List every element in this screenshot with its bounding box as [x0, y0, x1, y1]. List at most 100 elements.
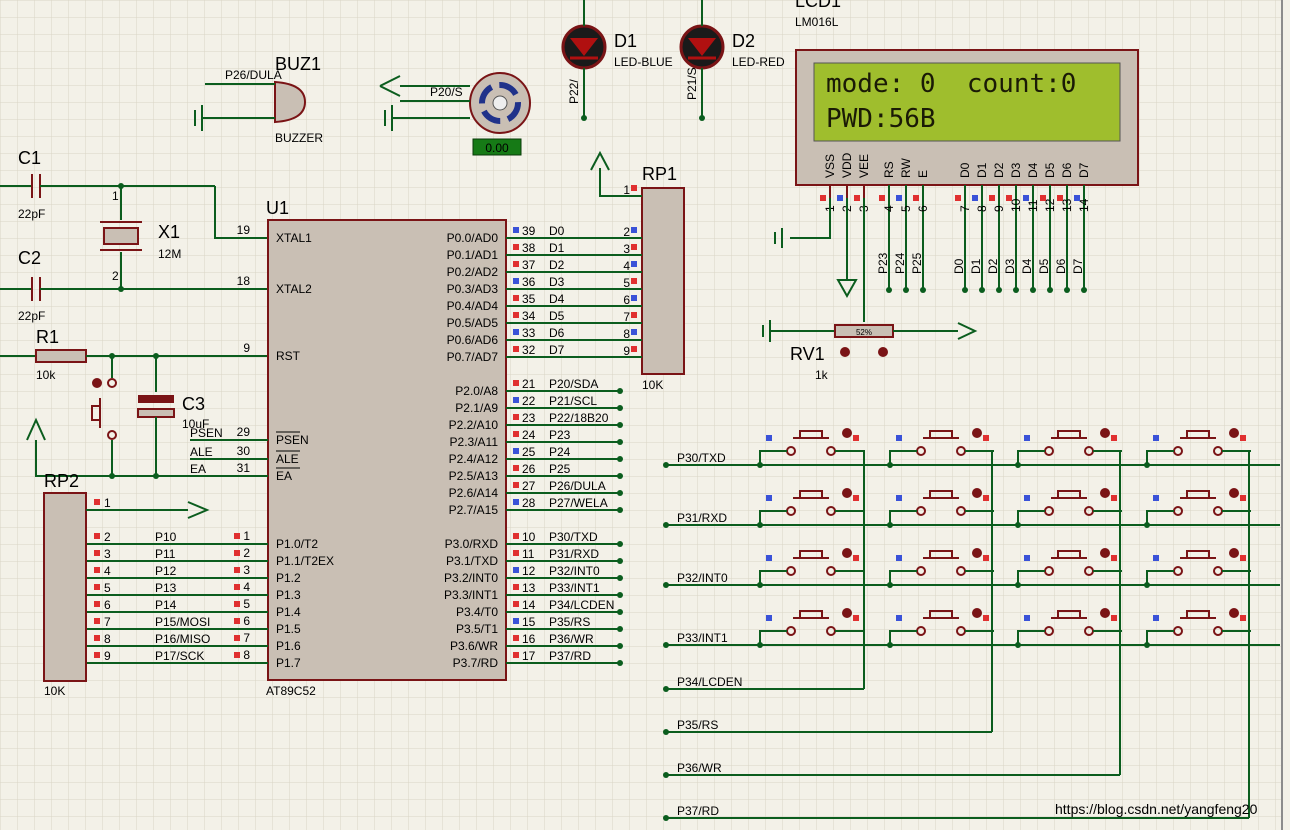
u1-pin-num: 25 — [522, 445, 536, 459]
lcd-line-1: mode: 0 count:0 — [826, 69, 1076, 99]
watermark-text: https://blog.csdn.net/yangfeng20 — [1055, 801, 1258, 817]
u1-pin-name: P3.2/INT0 — [444, 571, 498, 585]
lcd-net-label: D7 — [1071, 258, 1085, 274]
buz-part: BUZZER — [275, 131, 323, 145]
u1-pin-name: P2.2/A10 — [449, 418, 499, 432]
u1-pin-name: PSEN — [276, 433, 309, 447]
u1-ref: U1 — [266, 198, 289, 218]
r1-ref: R1 — [36, 327, 59, 347]
rp2-pin-num: 1 — [104, 496, 111, 510]
u1-pin-name: XTAL2 — [276, 282, 312, 296]
u1-net-label: P26/DULA — [549, 479, 606, 493]
lcd-pin-num: 11 — [1026, 199, 1040, 212]
u1-pin-name: P2.3/A11 — [450, 435, 499, 449]
u1-pin-name: P0.3/AD3 — [447, 282, 499, 296]
rp2-pin-num: 4 — [104, 564, 111, 578]
u1-pin-name: P0.0/AD0 — [447, 231, 499, 245]
x1-pin1: 1 — [112, 189, 119, 203]
rp2-net-label: P10 — [155, 530, 177, 544]
u1-pin-name: P0.5/AD5 — [447, 316, 499, 330]
u1-pin-name: P3.4/T0 — [456, 605, 498, 619]
u1-pin-num: 29 — [237, 425, 251, 439]
rp1-pin-num: 1 — [623, 183, 630, 197]
u1-pin-name: P1.1/T2EX — [276, 554, 334, 568]
lcd-pin-name: E — [916, 170, 930, 178]
rp2-net-label: P17/SCK — [155, 649, 204, 663]
lcd-pin-name: D1 — [975, 162, 989, 178]
u1-pin-num: 18 — [237, 274, 251, 288]
lcd-part: LM016L — [795, 15, 839, 29]
d2-net: P21/S — [685, 67, 699, 100]
schematic-canvas[interactable]: BUZ1 P26/DULA BUZZER P20/S 0.00 D1 LED-B… — [0, 0, 1290, 830]
u1-pin-num: 24 — [522, 428, 536, 442]
u1-pin-num: 30 — [237, 444, 251, 458]
keypad-net-label: P33/INT1 — [677, 631, 728, 645]
rp2-pin-num: 7 — [104, 615, 111, 629]
lcd-pin-name: D4 — [1026, 162, 1040, 178]
lcd-net-label: P24 — [893, 252, 907, 274]
lcd-pin-name: D3 — [1009, 162, 1023, 178]
u1-pin-num: 1 — [243, 529, 250, 543]
u1-pin-num: 26 — [522, 462, 536, 476]
lcd-pin-name: D2 — [992, 162, 1006, 178]
u1-pin-num: 32 — [522, 343, 536, 357]
c1-ref: C1 — [18, 148, 41, 168]
u1-pin-name: P2.7/A15 — [449, 503, 499, 517]
rp2-pin-num: 9 — [104, 649, 111, 663]
c2-ref: C2 — [18, 248, 41, 268]
rp2-ref: RP2 — [44, 471, 79, 491]
rp1-pin-num: 9 — [623, 344, 630, 358]
lcd-ref: LCD1 — [795, 0, 841, 11]
u1-pin-name: EA — [276, 469, 292, 483]
u1-pin-num: 2 — [243, 546, 250, 560]
u1-pin-num: 28 — [522, 496, 536, 510]
x1-pin2: 2 — [112, 269, 119, 283]
lcd-pin-num: 6 — [916, 205, 930, 212]
u1-pin-name: P1.6 — [276, 639, 301, 653]
u1-pin-num: 5 — [243, 597, 250, 611]
u1-pin-num: 4 — [243, 580, 250, 594]
u1-pin-name: ALE — [276, 452, 299, 466]
u1-pin-num: 33 — [522, 326, 536, 340]
u1-net-label: D4 — [549, 292, 565, 306]
lcd-pin-name: D0 — [958, 162, 972, 178]
lcd-pin-num: 7 — [958, 205, 972, 212]
rv1-percent: 52% — [856, 328, 872, 337]
keypad-net-label: P37/RD — [677, 804, 719, 818]
u1-net-label: P24 — [549, 445, 571, 459]
rp2-pin-num: 8 — [104, 632, 111, 646]
rp1-value: 10K — [642, 378, 663, 392]
u1-net-label: D7 — [549, 343, 565, 357]
lcd-net-label: D6 — [1054, 258, 1068, 274]
buz-net: P26/DULA — [225, 68, 282, 82]
rp2-net-label: P13 — [155, 581, 177, 595]
rv1-ref: RV1 — [790, 344, 825, 364]
d2-part: LED-RED — [732, 55, 785, 69]
rp1-pin-num: 7 — [623, 310, 630, 324]
u1-net-label: EA — [190, 462, 206, 476]
u1-net-label: P34/LCDEN — [549, 598, 614, 612]
u1-pin-num: 3 — [243, 563, 250, 577]
u1-pin-name: P3.7/RD — [453, 656, 499, 670]
u1-net-label: P37/RD — [549, 649, 591, 663]
rp1-ref: RP1 — [642, 164, 677, 184]
u1-pin-name: RST — [276, 349, 301, 363]
rp1-pin-num: 6 — [623, 293, 630, 307]
rp2-net-label: P12 — [155, 564, 177, 578]
u1-pin-num: 16 — [522, 632, 536, 646]
u1-net-label: P23 — [549, 428, 571, 442]
rp1-pin-num: 2 — [623, 225, 630, 239]
u1-net-label: P20/SDA — [549, 377, 598, 391]
u1-pin-name: P1.4 — [276, 605, 301, 619]
rp2-net-label: P15/MOSI — [155, 615, 210, 629]
u1-pin-num: 11 — [522, 547, 535, 561]
lcd-pin-name: RS — [882, 161, 896, 178]
u1-pin-name: P2.1/A9 — [455, 401, 498, 415]
d2-ref: D2 — [732, 31, 755, 51]
u1-net-label: D1 — [549, 241, 565, 255]
rp2-pin-num: 3 — [104, 547, 111, 561]
u1-pin-name: XTAL1 — [276, 231, 312, 245]
lcd-pin-name: D5 — [1043, 162, 1057, 178]
u1-net-label: P30/TXD — [549, 530, 598, 544]
lcd-net-label: P25 — [910, 252, 924, 274]
